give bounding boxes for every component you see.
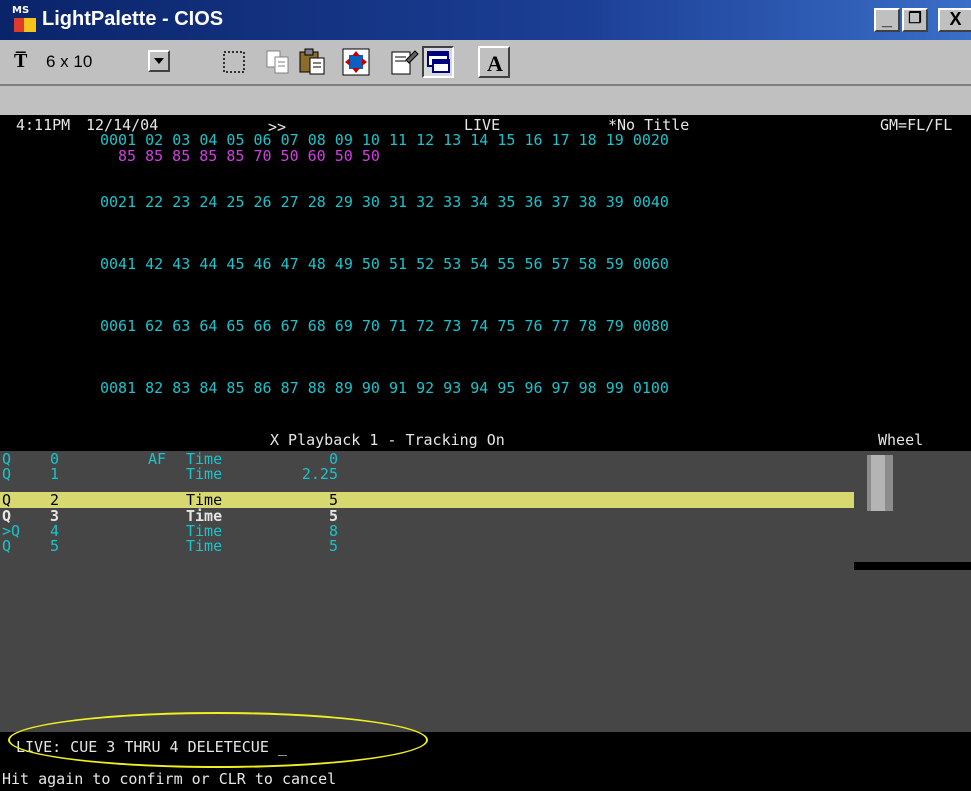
window-title: LightPalette - CIOS [42,8,224,30]
wheel-slider-thumb[interactable] [871,455,885,511]
toolbar: T̅ 6 x 10 A [0,40,971,85]
cue-row[interactable]: Q 1 Time 2.25 [0,467,854,482]
channel-row: 0001 02 03 04 05 06 07 08 09 10 11 12 13… [100,131,669,149]
font-icon[interactable]: A [478,46,510,78]
properties-icon[interactable] [388,46,420,78]
minimize-button[interactable]: _ [874,8,900,32]
font-dropdown-chevron-down-icon[interactable] [148,50,170,72]
select-icon[interactable] [218,46,250,78]
channel-row: 0061 62 63 64 65 66 67 68 69 70 71 72 73… [100,317,669,335]
restore-button[interactable]: ❐ [902,8,928,32]
command-message: Hit again to confirm or CLR to cancel [2,770,337,788]
cue-row[interactable]: Q 5 Time 5 [0,539,854,554]
wheel-label: Wheel [878,431,924,449]
cue-row-current[interactable]: >Q 4 Time 8 [0,524,854,539]
wheel-panel[interactable] [854,570,971,732]
channel-row: 0021 22 23 24 25 26 27 28 29 30 31 32 33… [100,193,669,211]
close-button[interactable]: X [938,8,971,32]
channel-row: 0081 82 83 84 85 86 87 88 89 90 91 92 93… [100,379,669,397]
title-bar: MS LightPalette - CIOS _ ❐ X [0,0,971,40]
channel-row: 0041 42 43 44 45 46 47 48 49 50 51 52 53… [100,255,669,273]
paste-icon[interactable] [296,46,328,78]
copy-icon[interactable] [262,46,294,78]
status-time: 4:11PM [16,116,71,134]
font-size-icon: T̅ [14,50,28,72]
status-grandmaster: GM=FL/FL [880,116,953,134]
console-frame [0,84,971,115]
cue-row[interactable]: Q 0 AF Time 0 [0,452,854,467]
channel-levels-row: 85 85 85 85 85 70 50 60 50 50 [118,147,380,165]
cue-row-selected[interactable]: Q 2 Time 5 [0,493,854,508]
playback-header: X Playback 1 - Tracking On [270,431,505,449]
font-select[interactable]: 6 x 10 [46,50,132,74]
font-select-value: 6 x 10 [46,52,93,71]
window-icon[interactable] [422,46,454,78]
cue-row[interactable]: Q 3 Time 5 [0,509,854,524]
move-icon[interactable] [340,46,372,78]
app-logo-icon: MS [12,6,38,34]
highlight-annotation-oval [8,712,428,768]
